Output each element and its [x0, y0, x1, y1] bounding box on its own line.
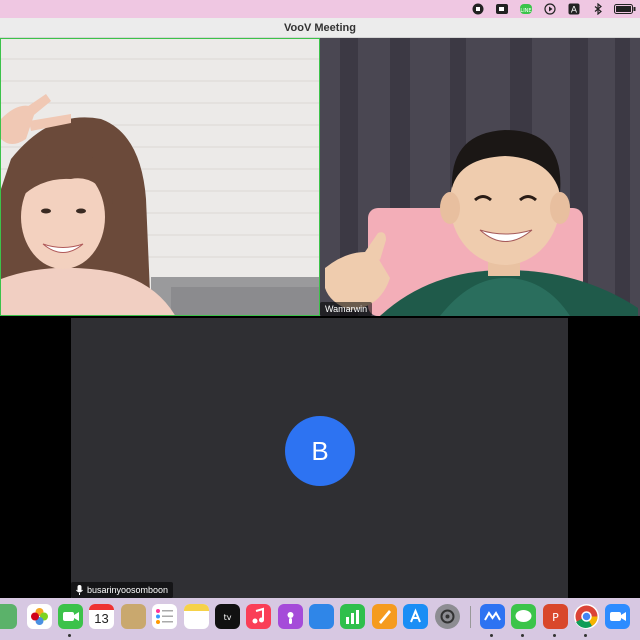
- window-titlebar: VooV Meeting: [0, 18, 640, 38]
- video-tile-participant-2[interactable]: Wamarwin: [320, 38, 640, 316]
- photos-icon[interactable]: [27, 604, 52, 629]
- line-app-icon[interactable]: [511, 604, 536, 629]
- music-icon[interactable]: [246, 604, 271, 629]
- chrome-icon[interactable]: [574, 604, 599, 629]
- participant-2-name-tag: Wamarwin: [320, 302, 373, 316]
- pages-icon[interactable]: [372, 604, 397, 629]
- svg-text:LINE: LINE: [520, 8, 531, 14]
- microphone-icon: [76, 585, 83, 595]
- notes-icon[interactable]: [184, 604, 209, 629]
- play-icon[interactable]: [538, 0, 562, 18]
- app-store-icon[interactable]: [403, 604, 428, 629]
- a-icon[interactable]: A: [562, 0, 586, 18]
- participant-3-avatar: B: [285, 416, 355, 486]
- keynote-icon[interactable]: [309, 604, 334, 629]
- participant-3-initial: B: [311, 436, 329, 466]
- apple-tv-icon[interactable]: tv: [215, 604, 240, 629]
- bluetooth-icon[interactable]: [586, 0, 610, 18]
- video-tile-participant-1[interactable]: [0, 38, 320, 316]
- zoom-icon[interactable]: [605, 604, 630, 629]
- running-indicator: [521, 634, 524, 637]
- running-indicator: [68, 634, 71, 637]
- numbers-icon[interactable]: [340, 604, 365, 629]
- running-indicator: [553, 634, 556, 637]
- status-tray: LINE A: [466, 0, 640, 18]
- maps-icon[interactable]: [0, 604, 17, 629]
- contacts-icon[interactable]: [121, 604, 146, 629]
- running-indicator: [584, 634, 587, 637]
- powerpoint-icon[interactable]: P: [543, 604, 568, 629]
- reminders-icon[interactable]: [152, 604, 177, 629]
- video-tile-participant-3[interactable]: B busarinyoosomboon: [71, 318, 568, 598]
- record-icon[interactable]: [466, 0, 490, 18]
- participant-2-video: [320, 38, 640, 316]
- svg-text:P: P: [552, 611, 559, 624]
- svg-text:tv: tv: [224, 613, 232, 622]
- running-indicator: [490, 634, 493, 637]
- participant-2-name: Wamarwin: [325, 304, 368, 314]
- calendar-day: 13: [94, 611, 109, 626]
- svg-text:A: A: [571, 6, 578, 16]
- menu-bar: LINE A: [0, 0, 640, 18]
- system-preferences-icon[interactable]: [435, 604, 460, 629]
- dock-divider: [470, 606, 471, 628]
- line-icon[interactable]: LINE: [514, 0, 538, 18]
- camera-icon[interactable]: [490, 0, 514, 18]
- participant-3-name: busarinyoosomboon: [87, 585, 169, 595]
- podcasts-icon[interactable]: [278, 604, 303, 629]
- participant-3-name-tag: busarinyoosomboon: [71, 582, 174, 598]
- participant-1-video: [1, 39, 319, 315]
- battery-icon[interactable]: [610, 0, 640, 18]
- dock: 13 tv P: [0, 598, 640, 640]
- facetime-icon[interactable]: [58, 604, 83, 629]
- voov-meeting-icon[interactable]: [480, 604, 505, 629]
- window-title: VooV Meeting: [284, 22, 356, 34]
- calendar-icon[interactable]: 13: [89, 604, 114, 629]
